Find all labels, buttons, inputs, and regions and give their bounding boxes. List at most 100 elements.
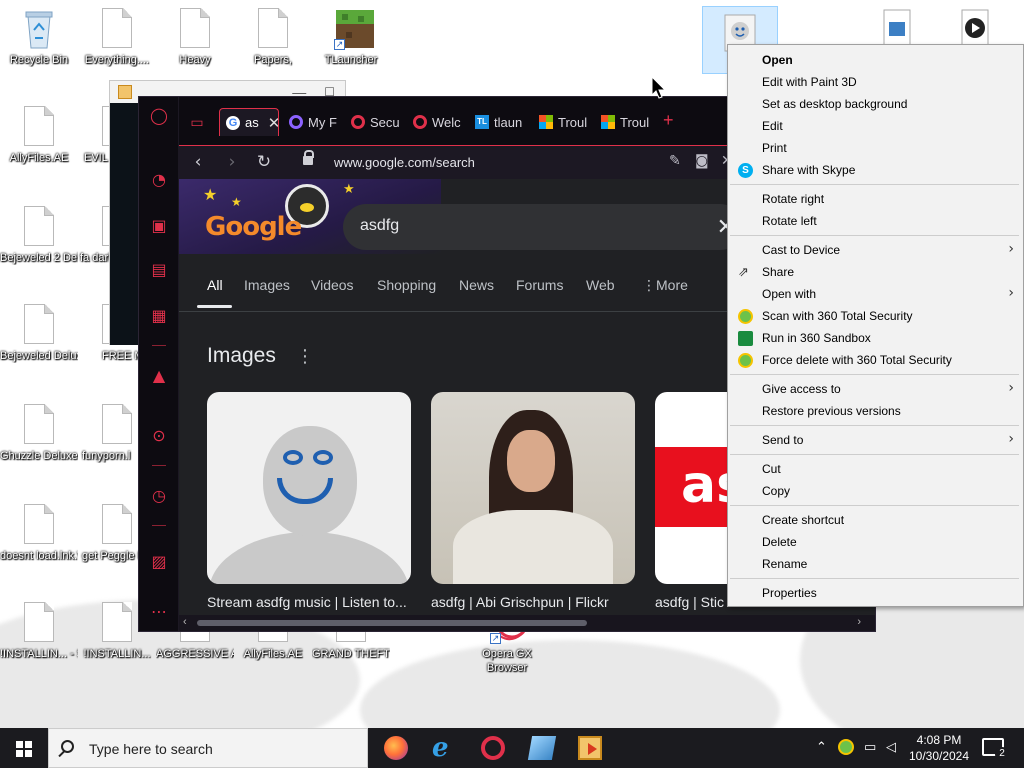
more-dots-icon[interactable]: ⋮	[642, 277, 656, 294]
desktop-icon-file[interactable]: Bejeweled Deluxe.lnk.V...	[0, 304, 78, 363]
speedometer-icon[interactable]: ◔	[148, 169, 170, 191]
desktop-icon-file[interactable]: !INSTALLIN... - Shortcut.l...	[0, 602, 78, 661]
scroll-left-icon[interactable]: ‹	[183, 616, 187, 628]
menu-item-open[interactable]: Open	[728, 49, 1023, 71]
tab-news[interactable]: News	[459, 277, 494, 293]
opera-logo-icon[interactable]: ◯	[148, 105, 170, 127]
reload-icon[interactable]: ↻	[253, 152, 275, 172]
tab-google-search[interactable]: G as ✕	[219, 108, 279, 136]
scroll-right-icon[interactable]: ›	[857, 616, 861, 628]
gallery-icon[interactable]: ▨	[148, 551, 170, 573]
menu-item-share[interactable]: ⇗ Share	[728, 261, 1023, 283]
menu-item-edit-paint3d[interactable]: Edit with Paint 3D	[728, 71, 1023, 93]
notification-center-icon[interactable]: 2	[982, 738, 1009, 761]
opera-icon[interactable]	[481, 736, 505, 760]
desktop-icon-file[interactable]: AllyFiles.AE	[0, 106, 78, 165]
desktop-icon-file[interactable]: get Peggle Deluxe.lnk	[78, 504, 138, 563]
menu-item-rename[interactable]: Rename	[728, 553, 1023, 575]
desktop-icon-file[interactable]: doesnt load.lnk.Vic...	[0, 504, 78, 563]
tab-troubleshoot[interactable]: Troul	[533, 108, 593, 136]
menu-item-cut[interactable]: Cut	[728, 458, 1023, 480]
desktop-icon-tlauncher[interactable]: ↗ TLauncher	[312, 8, 390, 67]
menu-item-cast-to-device[interactable]: Cast to Device ›	[728, 239, 1023, 261]
desktop-icon-file[interactable]: Bejeweled 2 Deluxe.lnk.V...	[0, 206, 78, 265]
back-icon[interactable]: ‹	[187, 152, 209, 172]
menu-item-set-background[interactable]: Set as desktop background	[728, 93, 1023, 115]
forward-icon[interactable]: ›	[221, 152, 243, 172]
desktop-icon-file[interactable]: Heavy	[156, 8, 234, 67]
menu-item-force-delete-360[interactable]: Force delete with 360 Total Security	[728, 349, 1023, 371]
scrollbar-thumb[interactable]	[197, 620, 587, 626]
gx-game-tab-icon[interactable]: ▭	[179, 108, 215, 136]
gx-control-icon[interactable]: ▦	[148, 305, 170, 327]
desktop-icon-file[interactable]: Papers,	[234, 8, 312, 67]
tab-images[interactable]: Images	[244, 277, 290, 293]
menu-item-open-with[interactable]: Open with ›	[728, 283, 1023, 305]
desktop-icon-file[interactable]: funyporn.l	[78, 404, 138, 463]
tab-close-icon[interactable]: ✕	[268, 114, 278, 132]
result-caption[interactable]: asdfg | Abi Grischpun | Flickr	[431, 594, 635, 610]
desktop-icon-file[interactable]: Everything....	[78, 8, 156, 67]
result-thumbnail[interactable]	[207, 392, 411, 584]
tab-forums[interactable]: Forums	[516, 277, 563, 293]
search-input[interactable]: asdfg ✕	[343, 204, 743, 250]
desktop-icon-label: get Peggle Deluxe.lnk	[82, 550, 138, 562]
tab-troubleshoot[interactable]: Troul	[595, 108, 655, 136]
edge-icon[interactable]: e	[432, 735, 456, 761]
menu-item-properties[interactable]: Properties	[728, 582, 1023, 604]
menu-item-print[interactable]: Print	[728, 137, 1023, 159]
store-icon[interactable]: ▣	[148, 215, 170, 237]
tab-shopping[interactable]: Shopping	[377, 277, 436, 293]
tab-security[interactable]: Secu	[345, 108, 405, 136]
menu-item-delete[interactable]: Delete	[728, 531, 1023, 553]
desktop-icon-recycle-bin[interactable]: Recycle Bin	[0, 8, 78, 67]
menu-item-restore-versions[interactable]: Restore previous versions	[728, 400, 1023, 422]
url-field[interactable]: www.google.com/search	[334, 155, 475, 170]
aria-icon[interactable]: ▲	[148, 365, 170, 387]
360-tray-icon[interactable]	[838, 739, 854, 755]
menu-item-scan-360[interactable]: Scan with 360 Total Security	[728, 305, 1023, 327]
menu-item-rotate-left[interactable]: Rotate left	[728, 210, 1023, 232]
image-result[interactable]: Stream asdfg music | Listen to...	[207, 392, 411, 615]
menu-item-share-skype[interactable]: S Share with Skype	[728, 159, 1023, 181]
image-result[interactable]: asdfg | Abi Grischpun | Flickr	[431, 392, 635, 615]
tab-videos[interactable]: Videos	[311, 277, 354, 293]
desktop-icon-file[interactable]: Ghuzzle Deluxe.lnk.V...	[0, 404, 78, 463]
ie-icon[interactable]	[527, 736, 557, 760]
desktop-icon-file[interactable]: EVIL MEN	[78, 106, 110, 165]
camera-icon[interactable]: ◙	[695, 153, 709, 169]
menu-item-edit[interactable]: Edit	[728, 115, 1023, 137]
opera-icon	[351, 115, 365, 129]
tab-all[interactable]: All	[207, 277, 223, 293]
network-icon[interactable]: ▭	[864, 740, 876, 755]
firefox-icon[interactable]	[384, 736, 408, 760]
desktop-icon-file[interactable]: fa darko	[78, 206, 110, 265]
history-icon[interactable]: ◷	[148, 485, 170, 507]
tab-web[interactable]: Web	[586, 277, 615, 293]
tab-welcome[interactable]: Welc	[407, 108, 467, 136]
tray-chevron-icon[interactable]: ⌃	[816, 740, 827, 755]
menu-item-create-shortcut[interactable]: Create shortcut	[728, 509, 1023, 531]
menu-item-run-sandbox[interactable]: Run in 360 Sandbox	[728, 327, 1023, 349]
player-icon[interactable]: ⊙	[148, 425, 170, 447]
edit-page-icon[interactable]: ✎	[669, 153, 681, 169]
tab-more[interactable]: More	[656, 277, 688, 293]
volume-icon[interactable]: ◁	[886, 740, 896, 755]
result-thumbnail[interactable]	[431, 392, 635, 584]
menu-item-send-to[interactable]: Send to ›	[728, 429, 1023, 451]
media-player-icon[interactable]	[578, 736, 602, 760]
result-caption[interactable]: Stream asdfg music | Listen to...	[207, 594, 411, 610]
twitch-icon[interactable]: ▤	[148, 259, 170, 281]
section-menu-icon[interactable]: ⋮	[296, 346, 314, 367]
new-tab-button[interactable]: +	[663, 110, 674, 131]
taskbar-search-input[interactable]: Type here to search	[48, 728, 368, 768]
start-button[interactable]	[0, 728, 48, 768]
horizontal-scrollbar[interactable]: ‹ ›	[179, 615, 875, 631]
menu-item-give-access[interactable]: Give access to ›	[728, 378, 1023, 400]
tab-tlauncher[interactable]: TL tlaun	[469, 108, 531, 136]
clock[interactable]: 4:08 PM 10/30/2024	[906, 732, 972, 764]
tab-my-flow[interactable]: My F	[283, 108, 343, 136]
more-dots-icon[interactable]: ⋯	[148, 601, 170, 623]
menu-item-rotate-right[interactable]: Rotate right	[728, 188, 1023, 210]
menu-item-copy[interactable]: Copy	[728, 480, 1023, 502]
